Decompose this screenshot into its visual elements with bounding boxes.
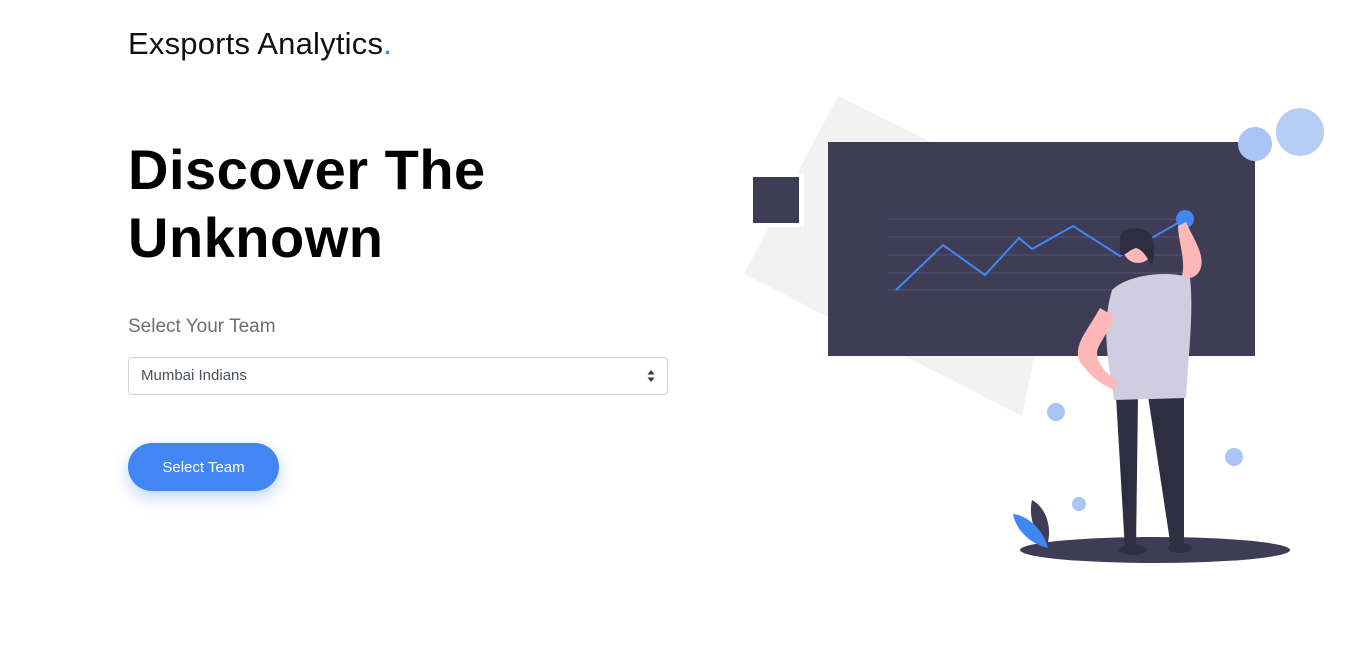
small-square	[753, 177, 799, 223]
analytics-illustration	[744, 96, 1324, 563]
floor-shadow	[1020, 537, 1290, 563]
hero-title-line-1: Discover The	[128, 138, 486, 201]
bubble-small-3	[1072, 497, 1086, 511]
hero-title-line-2: Unknown	[128, 206, 384, 269]
team-select[interactable]: Mumbai Indians	[128, 357, 668, 395]
select-team-button[interactable]: Select Team	[128, 443, 279, 491]
brand-logo[interactable]: Exsports Analytics.	[128, 26, 392, 62]
hero-title: Discover The Unknown	[128, 136, 648, 272]
brand-name: Exsports Analytics	[128, 26, 384, 61]
bubble-small-2	[1225, 448, 1243, 466]
brand-dot: .	[383, 26, 392, 61]
bubble-small-1	[1047, 403, 1065, 421]
bubble-large-right	[1276, 108, 1324, 156]
landing-page: Exsports Analytics. Discover The Unknown…	[0, 0, 1366, 657]
select-arrows-icon	[647, 370, 655, 382]
team-select-value: Mumbai Indians	[141, 367, 247, 384]
team-select-label: Select Your Team	[128, 316, 276, 337]
bubble-large-left	[1238, 127, 1272, 161]
